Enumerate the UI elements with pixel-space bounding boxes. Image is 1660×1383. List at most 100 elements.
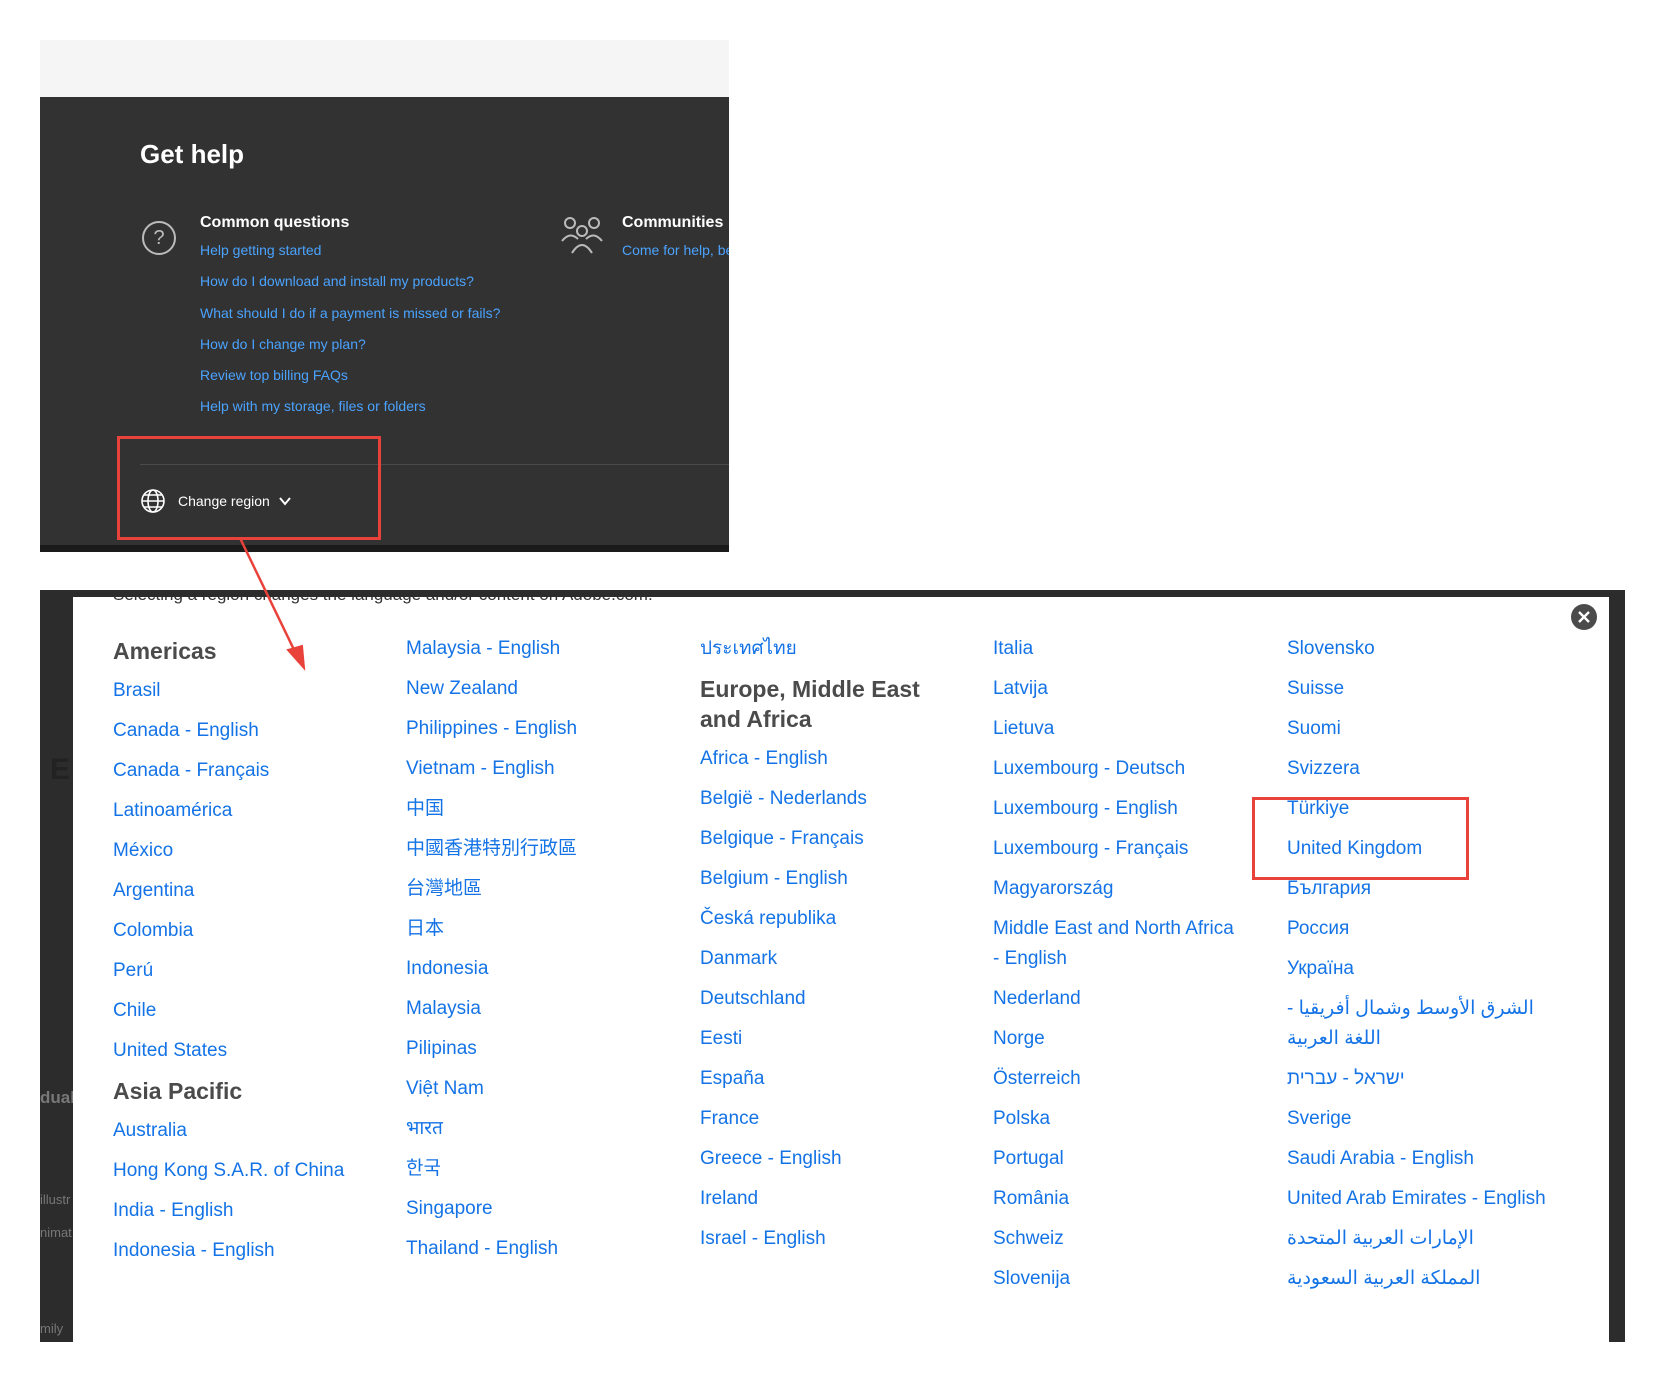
region-link[interactable]: Slovensko (1287, 634, 1567, 664)
close-button[interactable] (1571, 604, 1597, 630)
region-link[interactable]: Nederland (993, 984, 1263, 1014)
region-link[interactable]: New Zealand (406, 674, 676, 704)
region-link[interactable]: Österreich (993, 1064, 1263, 1094)
region-link[interactable]: Australia (113, 1116, 383, 1146)
region-link[interactable]: Vietnam - English (406, 754, 676, 784)
region-link[interactable]: Singapore (406, 1194, 676, 1224)
region-link[interactable]: Colombia (113, 916, 383, 946)
region-link[interactable]: México (113, 836, 383, 866)
region-link[interactable]: Argentina (113, 876, 383, 906)
help-link[interactable]: How do I download and install my product… (200, 273, 474, 289)
change-region-label: Change region (178, 493, 270, 509)
get-help-panel: Get help ? Common questions Help getting… (40, 97, 729, 552)
region-link[interactable]: Brasil (113, 676, 383, 706)
region-link[interactable]: Hong Kong S.A.R. of China (113, 1156, 383, 1186)
backdrop-text: mily (40, 1321, 64, 1336)
region-link[interactable]: France (700, 1104, 970, 1134)
common-questions-section: Common questions Help getting started Ho… (200, 214, 500, 430)
region-list: Brasil Canada - English Canada - Françai… (113, 676, 383, 1066)
region-link[interactable]: Malaysia (406, 994, 676, 1024)
region-list: Africa - English België - Nederlands Bel… (700, 744, 970, 1254)
region-link[interactable]: Deutschland (700, 984, 970, 1014)
question-icon: ? (142, 221, 176, 255)
region-link[interactable]: Africa - English (700, 744, 970, 774)
region-link[interactable]: Danmark (700, 944, 970, 974)
group-heading-americas: Americas (113, 638, 217, 664)
help-link[interactable]: Help getting started (200, 242, 321, 258)
region-link[interactable]: ประเทศไทย (700, 634, 970, 664)
region-link[interactable]: India - English (113, 1196, 383, 1226)
communities-link[interactable]: Come for help, be (622, 242, 729, 258)
panel-bottom-bar (40, 545, 729, 552)
region-link[interactable]: Belgium - English (700, 864, 970, 894)
region-link[interactable]: Россия (1287, 914, 1567, 944)
region-link[interactable]: ישראל - עברית (1287, 1064, 1567, 1094)
region-link[interactable]: Slovenija (993, 1264, 1263, 1294)
region-link[interactable]: Middle East and North Africa - English (993, 914, 1238, 974)
region-link[interactable]: Greece - English (700, 1144, 970, 1174)
region-link[interactable]: Norge (993, 1024, 1263, 1054)
region-link[interactable]: Ireland (700, 1184, 970, 1214)
region-link[interactable]: België - Nederlands (700, 784, 970, 814)
region-link[interactable]: 日本 (406, 914, 676, 944)
region-link[interactable]: Thailand - English (406, 1234, 676, 1264)
region-link[interactable]: Eesti (700, 1024, 970, 1054)
region-link[interactable]: 한국 (406, 1154, 676, 1184)
region-link[interactable]: الشرق الأوسط وشمال أفريقيا - اللغة العرب… (1287, 994, 1537, 1054)
region-link[interactable]: Canada - Français (113, 756, 383, 786)
help-link[interactable]: What should I do if a payment is missed … (200, 305, 500, 321)
region-link-united-kingdom[interactable]: United Kingdom (1287, 834, 1567, 864)
region-link[interactable]: 中國香港特別行政區 (406, 834, 676, 864)
region-link[interactable]: România (993, 1184, 1263, 1214)
region-link[interactable]: Malaysia - English (406, 634, 676, 664)
region-link[interactable]: Chile (113, 996, 383, 1026)
region-link[interactable]: Pilipinas (406, 1034, 676, 1064)
globe-icon (141, 489, 165, 513)
region-link[interactable]: Suisse (1287, 674, 1567, 704)
region-link[interactable]: भारत (406, 1114, 676, 1144)
region-link[interactable]: България (1287, 874, 1567, 904)
region-link[interactable]: Česká republika (700, 904, 970, 934)
region-link[interactable]: United States (113, 1036, 383, 1066)
region-link[interactable]: Suomi (1287, 714, 1567, 744)
region-link[interactable]: Italia (993, 634, 1263, 664)
region-link[interactable]: Indonesia (406, 954, 676, 984)
region-link[interactable]: 台灣地區 (406, 874, 676, 904)
region-link[interactable]: Saudi Arabia - English (1287, 1144, 1567, 1174)
region-link[interactable]: Luxembourg - English (993, 794, 1263, 824)
region-link[interactable]: الإمارات العربية المتحدة (1287, 1224, 1567, 1254)
region-link[interactable]: Perú (113, 956, 383, 986)
communities-section: Communities Come for help, be (622, 214, 729, 258)
region-link[interactable]: Türkiye (1287, 794, 1567, 824)
region-link[interactable]: Israel - English (700, 1224, 970, 1254)
help-link[interactable]: Review top billing FAQs (200, 367, 348, 383)
region-link[interactable]: España (700, 1064, 970, 1094)
region-link[interactable]: Magyarország (993, 874, 1263, 904)
region-link[interactable]: Sverige (1287, 1104, 1567, 1134)
region-list: Slovensko Suisse Suomi Svizzera Türkiye … (1287, 634, 1567, 1294)
region-link[interactable]: Belgique - Français (700, 824, 970, 854)
region-column-3: ประเทศไทย Europe, Middle East and Africa… (700, 634, 970, 1264)
region-link[interactable]: United Arab Emirates - English (1287, 1184, 1567, 1214)
region-link[interactable]: Lietuva (993, 714, 1263, 744)
region-link[interactable]: Philippines - English (406, 714, 676, 744)
region-link[interactable]: Indonesia - English (113, 1236, 383, 1266)
region-link[interactable]: Latinoamérica (113, 796, 383, 826)
help-link[interactable]: How do I change my plan? (200, 336, 366, 352)
region-link[interactable]: Polska (993, 1104, 1263, 1134)
region-link[interactable]: Luxembourg - Deutsch (993, 754, 1263, 784)
region-link[interactable]: Luxembourg - Français (993, 834, 1263, 864)
region-link[interactable]: المملكة العربية السعودية (1287, 1264, 1567, 1294)
region-link[interactable]: Svizzera (1287, 754, 1567, 784)
region-link[interactable]: Україна (1287, 954, 1567, 984)
region-link[interactable]: Latvija (993, 674, 1263, 704)
region-link[interactable]: Portugal (993, 1144, 1263, 1174)
chevron-down-icon (279, 497, 291, 506)
region-link[interactable]: Canada - English (113, 716, 383, 746)
region-link[interactable]: 中国 (406, 794, 676, 824)
region-link[interactable]: Schweiz (993, 1224, 1263, 1254)
change-region-button[interactable]: Change region (140, 486, 292, 516)
help-link[interactable]: Help with my storage, files or folders (200, 398, 426, 414)
region-link[interactable]: Việt Nam (406, 1074, 676, 1104)
page-top-strip (40, 40, 729, 97)
